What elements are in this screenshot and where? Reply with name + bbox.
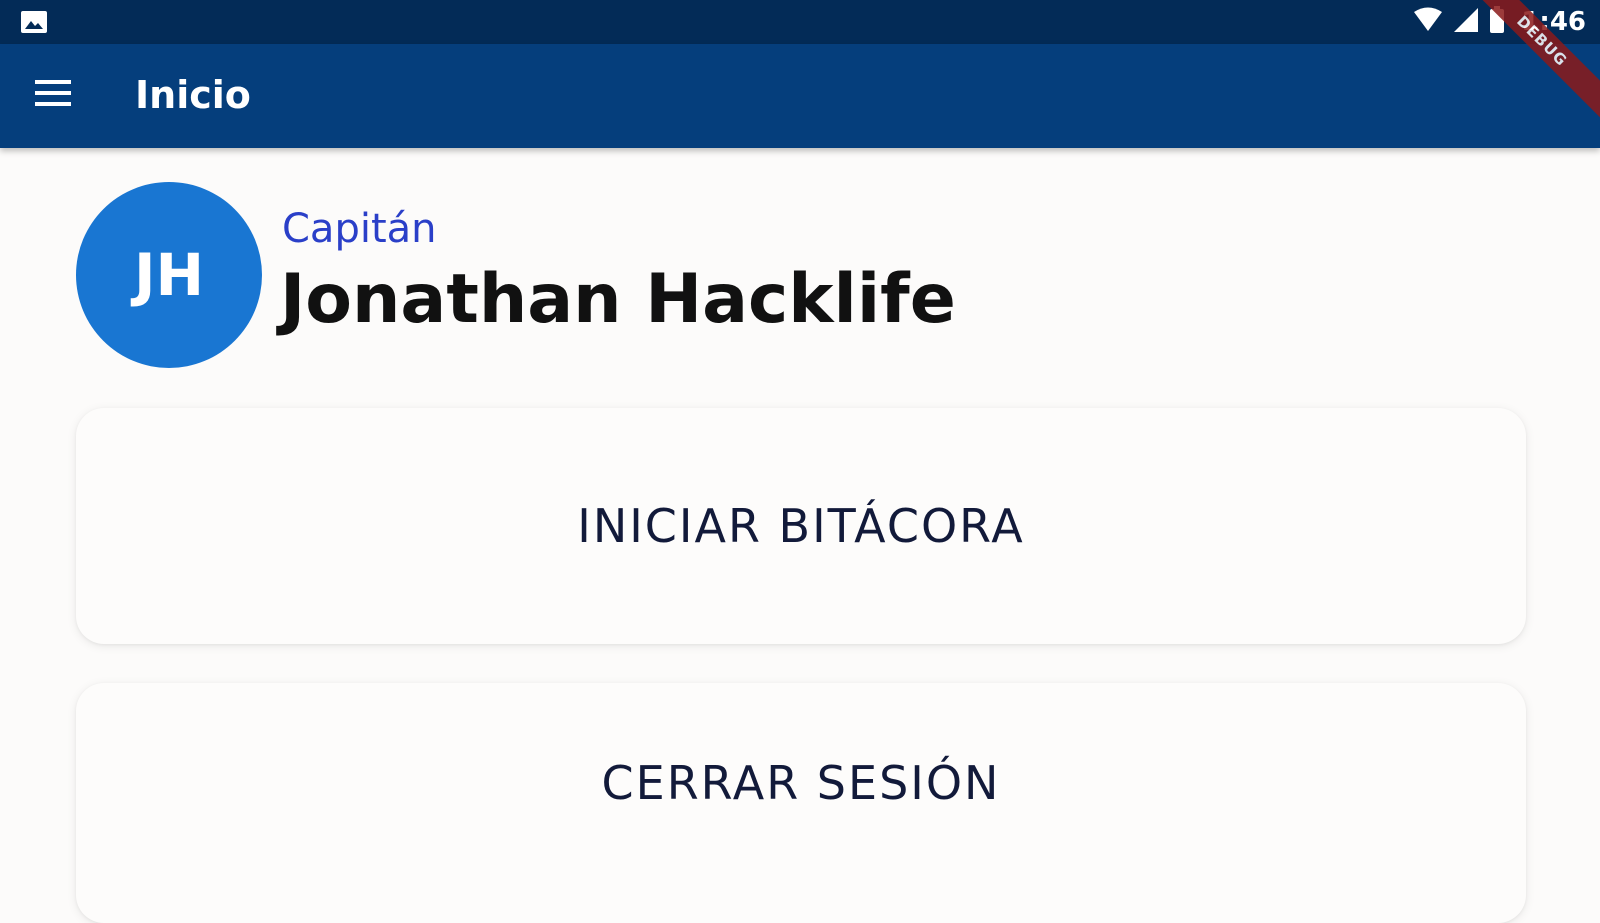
wifi-icon — [1413, 7, 1443, 37]
avatar-initials: JH — [133, 241, 205, 309]
logout-label: CERRAR SESIÓN — [601, 756, 1001, 810]
image-icon — [20, 10, 48, 34]
menu-button[interactable] — [22, 64, 84, 126]
user-name: Jonathan Hacklife — [280, 260, 956, 339]
user-role: Capitán — [282, 206, 437, 252]
status-bar: 1:46 — [0, 0, 1600, 44]
start-log-label: INICIAR BITÁCORA — [577, 499, 1025, 553]
logout-button[interactable]: CERRAR SESIÓN — [76, 683, 1526, 923]
signal-icon — [1453, 7, 1479, 37]
page-title: Inicio — [135, 73, 251, 117]
avatar: JH — [76, 182, 262, 368]
menu-icon — [34, 78, 72, 112]
start-log-button[interactable]: INICIAR BITÁCORA — [76, 408, 1526, 644]
app-bar: Inicio — [0, 44, 1600, 148]
